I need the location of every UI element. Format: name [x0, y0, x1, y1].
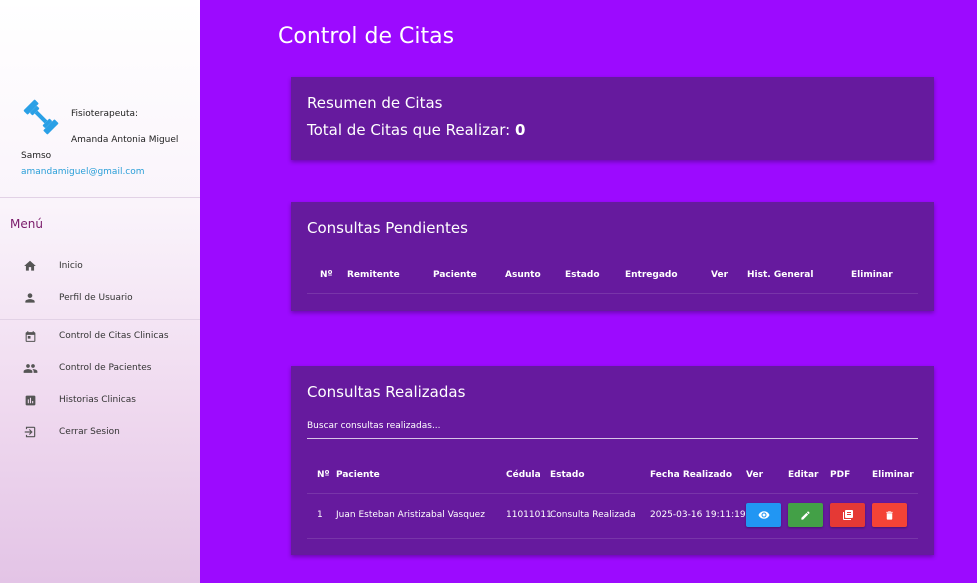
- column-header: Fecha Realizado: [650, 470, 733, 480]
- sidebar-item-citas[interactable]: Control de Citas Clinicas: [0, 322, 200, 350]
- user-name-second-line: Samso: [21, 151, 52, 161]
- chart-icon: [22, 392, 38, 408]
- column-header: Paciente: [433, 270, 477, 280]
- column-header: Estado: [550, 470, 585, 480]
- table-divider: [307, 293, 918, 294]
- column-header: Hist. General: [747, 270, 814, 280]
- column-header: Estado: [565, 270, 600, 280]
- column-header: Asunto: [505, 270, 541, 280]
- trash-icon: [886, 510, 893, 520]
- pencil-icon: [801, 510, 810, 520]
- menu-title: Menú: [10, 217, 43, 231]
- people-icon: [22, 360, 38, 376]
- column-header: Remitente: [347, 270, 400, 280]
- column-header: Cédula: [506, 470, 541, 480]
- column-header: Ver: [711, 270, 729, 280]
- summary-total: Total de Citas que Realizar: 0: [307, 121, 525, 139]
- dumbbell-logo-icon: [23, 99, 59, 135]
- sidebar: Fisioterapeuta: Amanda Antonia Miguel Sa…: [0, 0, 200, 583]
- summary-title: Resumen de Citas: [307, 94, 443, 112]
- column-header: Nº: [320, 270, 333, 280]
- row-status: Consulta Realizada: [550, 510, 636, 520]
- column-header: Entregado: [625, 270, 678, 280]
- column-header: Eliminar: [872, 470, 914, 480]
- pdf-icon: [842, 510, 853, 520]
- search-input[interactable]: [307, 414, 918, 439]
- sidebar-item-perfil[interactable]: Perfil de Usuario: [0, 284, 200, 312]
- completed-title: Consultas Realizadas: [307, 383, 466, 401]
- edit-button[interactable]: [788, 503, 823, 527]
- pending-title: Consultas Pendientes: [307, 219, 468, 237]
- home-icon: [22, 258, 38, 274]
- table-divider: [307, 493, 918, 494]
- pending-consultations-card: Consultas Pendientes Nº Remitente Pacien…: [291, 202, 934, 311]
- row-id-number: 11011011: [506, 510, 552, 520]
- sidebar-item-label: Historias Clinicas: [59, 395, 136, 405]
- sidebar-item-label: Control de Pacientes: [59, 363, 152, 373]
- column-header: Eliminar: [851, 270, 893, 280]
- summary-card: Resumen de Citas Total de Citas que Real…: [291, 77, 934, 160]
- sidebar-item-pacientes[interactable]: Control de Pacientes: [0, 354, 200, 382]
- row-date: 2025-03-16 19:11:19: [650, 510, 746, 520]
- sidebar-item-label: Inicio: [59, 261, 83, 271]
- summary-total-label: Total de Citas que Realizar:: [307, 121, 511, 139]
- sidebar-item-label: Perfil de Usuario: [59, 293, 133, 303]
- delete-button[interactable]: [872, 503, 907, 527]
- sidebar-item-label: Cerrar Sesion: [59, 427, 120, 437]
- column-header: Nº: [317, 470, 330, 480]
- page-title: Control de Citas: [278, 24, 455, 49]
- row-patient: Juan Esteban Aristizabal Vasquez: [336, 510, 485, 520]
- sidebar-item-cerrar-sesion[interactable]: Cerrar Sesion: [0, 418, 200, 446]
- row-number: 1: [317, 510, 323, 520]
- column-header: Ver: [746, 470, 764, 480]
- eye-icon: [758, 511, 769, 519]
- summary-total-value: 0: [514, 121, 526, 139]
- sidebar-item-inicio[interactable]: Inicio: [0, 252, 200, 280]
- person-icon: [22, 290, 38, 306]
- sidebar-item-label: Control de Citas Clinicas: [59, 331, 169, 341]
- logout-icon: [22, 424, 38, 440]
- sidebar-item-historias[interactable]: Historias Clinicas: [0, 386, 200, 414]
- menu-divider: [0, 319, 200, 320]
- column-header: PDF: [830, 470, 851, 480]
- column-header: Paciente: [336, 470, 380, 480]
- user-profile: Fisioterapeuta: Amanda Antonia Miguel Sa…: [0, 0, 200, 198]
- view-button[interactable]: [746, 503, 781, 527]
- table-divider: [307, 538, 918, 539]
- pdf-button[interactable]: [830, 503, 865, 527]
- user-name-first-line: Amanda Antonia Miguel: [71, 135, 179, 145]
- column-header: Editar: [788, 470, 819, 480]
- calendar-icon: [22, 328, 38, 344]
- user-email: amandamiguel@gmail.com: [21, 167, 145, 177]
- user-role: Fisioterapeuta:: [71, 109, 139, 119]
- completed-consultations-card: Consultas Realizadas Nº Paciente Cédula …: [291, 366, 934, 555]
